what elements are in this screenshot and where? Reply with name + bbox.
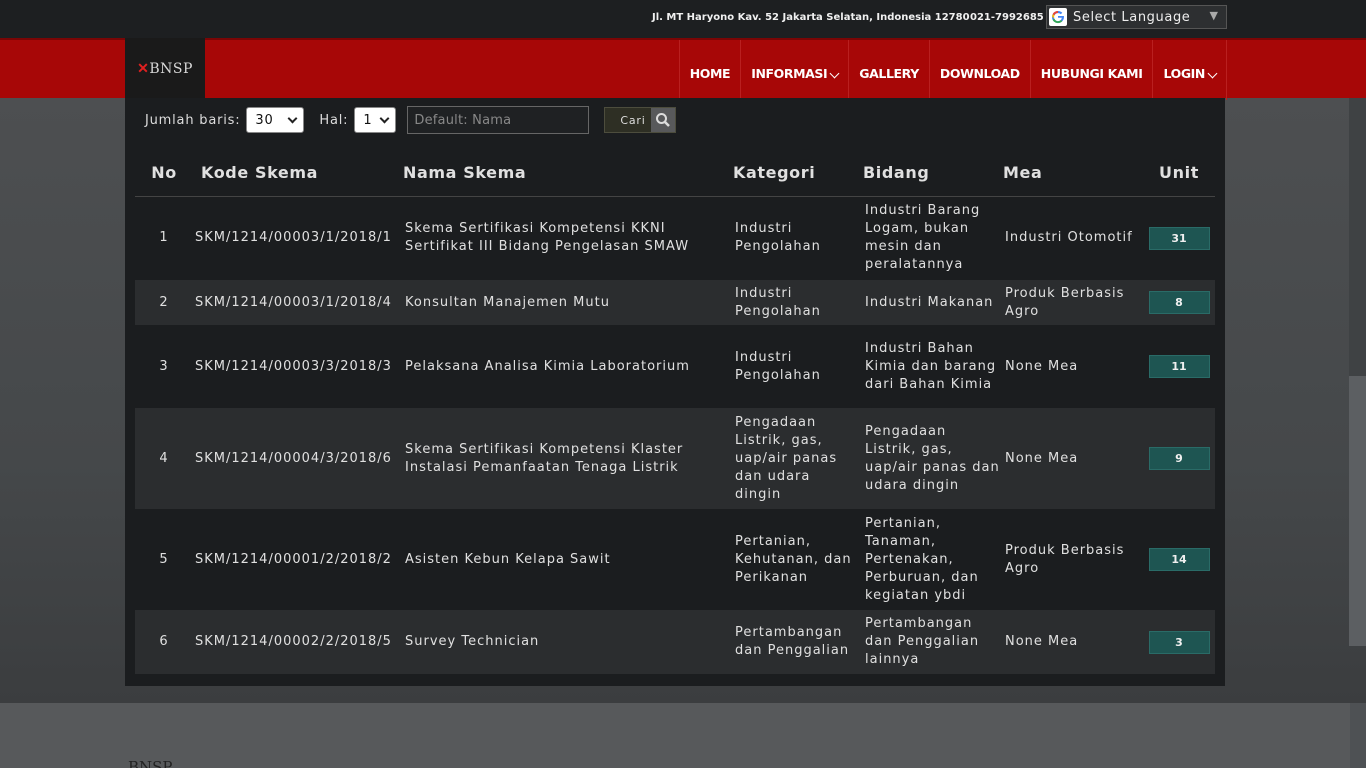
- language-selector[interactable]: Select Language ▼: [1046, 5, 1227, 29]
- cell-no: 2: [135, 280, 193, 325]
- cell-mea: None Mea: [1005, 358, 1079, 374]
- search-icon: [651, 108, 676, 132]
- cell-kategori: Industri Pengolahan: [735, 349, 821, 383]
- cell-kode: SKM/1214/00001/2/2018/2: [195, 551, 392, 567]
- nav-home[interactable]: HOME: [678, 40, 740, 100]
- main-navbar: ✕BNSP HOME INFORMASI GALLERY DOWNLOAD HU…: [0, 38, 1366, 100]
- language-label: Select Language: [1073, 9, 1191, 25]
- rows-label: Jumlah baris:: [145, 112, 241, 128]
- search-button[interactable]: Cari: [604, 107, 677, 133]
- nav-download[interactable]: DOWNLOAD: [928, 40, 1030, 100]
- cell-nama: Skema Sertifikasi Kompetensi Klaster Ins…: [403, 408, 733, 509]
- footer-logo: BNSP: [128, 758, 173, 768]
- search-input[interactable]: Default: Nama: [407, 106, 590, 134]
- table-row[interactable]: 6 SKM/1214/00002/2/2018/5 Survey Technic…: [135, 610, 1215, 674]
- cell-no: 4: [135, 408, 193, 509]
- cell-kategori: Pengadaan Listrik, gas, uap/air panas da…: [733, 408, 863, 509]
- chevron-down-icon: [1207, 68, 1218, 79]
- cell-mea: None Mea: [1003, 610, 1143, 674]
- cell-kategori: Industri Pengolahan: [735, 221, 821, 255]
- cell-nama: Asisten Kebun Kelapa Sawit: [405, 551, 611, 567]
- bnsp-logo[interactable]: ✕BNSP: [125, 38, 205, 100]
- cell-bidang: Industri Bahan Kimia dan barang dari Bah…: [865, 340, 997, 392]
- table-row[interactable]: 5 SKM/1214/00001/2/2018/2 Asisten Kebun …: [135, 509, 1215, 610]
- cell-kode: SKM/1214/00003/3/2018/3: [195, 358, 392, 374]
- table-controls: Jumlah baris: 30 Hal: 1 Default: Nama Ca…: [145, 106, 677, 134]
- header-no: No: [135, 150, 193, 197]
- cell-no: 1: [159, 230, 169, 246]
- chevron-down-icon: [379, 113, 390, 124]
- header-kode-skema: Kode Skema: [193, 150, 403, 197]
- unit-badge[interactable]: 3: [1148, 630, 1210, 654]
- address-text: Jl. MT Haryono Kav. 52 Jakarta Selatan, …: [652, 12, 970, 23]
- cell-no: 5: [159, 551, 169, 567]
- nav-login[interactable]: LOGIN: [1152, 40, 1227, 100]
- cell-kategori: Pertanian, Kehutanan, dan Perikanan: [735, 533, 852, 585]
- page-select[interactable]: 1: [354, 107, 397, 133]
- dropdown-arrow-icon: ▼: [1209, 9, 1218, 22]
- skema-panel: Jumlah baris: 30 Hal: 1 Default: Nama Ca…: [125, 98, 1225, 686]
- cell-kategori: Pertambangan dan Penggalian: [733, 610, 863, 674]
- skema-table: No Kode Skema Nama Skema Kategori Bidang…: [135, 150, 1215, 674]
- cell-bidang: Industri Makanan: [863, 280, 1003, 325]
- unit-badge[interactable]: 14: [1148, 548, 1210, 571]
- page-label: Hal:: [319, 112, 349, 128]
- table-row[interactable]: 3 SKM/1214/00003/3/2018/3 Pelaksana Anal…: [135, 325, 1215, 408]
- cell-nama: Konsultan Manajemen Mutu: [403, 280, 733, 325]
- cell-nama: Skema Sertifikasi Kompetensi KKNI Sertif…: [405, 221, 690, 255]
- cell-bidang: Pertambangan dan Penggalian lainnya: [863, 610, 1003, 674]
- header-unit: Unit: [1143, 150, 1215, 197]
- nav-informasi[interactable]: INFORMASI: [740, 40, 848, 100]
- header-bidang: Bidang: [863, 150, 1003, 197]
- footer: BNSP: [0, 703, 1350, 768]
- header-kategori: Kategori: [733, 150, 863, 197]
- cell-no: 3: [159, 358, 169, 374]
- nav-hubungi-kami[interactable]: HUBUNGI KAMI: [1029, 40, 1153, 100]
- cell-mea: Produk Berbasis Agro: [1005, 542, 1125, 576]
- table-row[interactable]: 2 SKM/1214/00003/1/2018/4 Konsultan Mana…: [135, 280, 1215, 325]
- logo-text: BNSP: [149, 61, 193, 77]
- table-row[interactable]: 1 SKM/1214/00003/1/2018/1 Skema Sertifik…: [135, 196, 1215, 280]
- cell-mea: Industri Otomotif: [1005, 230, 1133, 246]
- cell-bidang: Pertanian, Tanaman, Pertenakan, Perburua…: [865, 515, 979, 603]
- cell-bidang: Pengadaan Listrik, gas, uap/air panas da…: [863, 408, 1003, 509]
- table-row[interactable]: 4 SKM/1214/00004/3/2018/6 Skema Sertifik…: [135, 408, 1215, 509]
- google-icon: [1049, 8, 1067, 26]
- top-info-bar: Jl. MT Haryono Kav. 52 Jakarta Selatan, …: [0, 0, 1366, 38]
- cell-kategori: Industri Pengolahan: [733, 280, 863, 325]
- nav-menu: HOME INFORMASI GALLERY DOWNLOAD HUBUNGI …: [678, 40, 1227, 100]
- unit-badge[interactable]: 31: [1148, 226, 1210, 250]
- rows-select[interactable]: 30: [246, 107, 305, 133]
- header-nama-skema: Nama Skema: [403, 150, 733, 197]
- nav-gallery[interactable]: GALLERY: [848, 40, 929, 100]
- header-mea: Mea: [1003, 150, 1143, 197]
- phone-text: 021-7992685: [970, 12, 1044, 23]
- cell-kode: SKM/1214/00003/1/2018/4: [193, 280, 403, 325]
- cell-mea: None Mea: [1003, 408, 1143, 509]
- cell-bidang: Industri Barang Logam, bukan mesin dan p…: [865, 203, 981, 273]
- cell-mea: Produk Berbasis Agro: [1003, 280, 1143, 325]
- page-scrollbar-thumb[interactable]: [1349, 376, 1366, 646]
- cell-kode: SKM/1214/00002/2/2018/5: [193, 610, 403, 674]
- unit-badge[interactable]: 8: [1148, 291, 1210, 314]
- cell-nama: Pelaksana Analisa Kimia Laboratorium: [405, 358, 690, 374]
- cell-no: 6: [135, 610, 193, 674]
- chevron-down-icon: [287, 113, 298, 124]
- cell-kode: SKM/1214/00004/3/2018/6: [193, 408, 403, 509]
- unit-badge[interactable]: 9: [1148, 447, 1210, 470]
- cell-kode: SKM/1214/00003/1/2018/1: [195, 230, 392, 246]
- table-header-row: No Kode Skema Nama Skema Kategori Bidang…: [135, 150, 1215, 197]
- chevron-down-icon: [829, 68, 840, 79]
- unit-badge[interactable]: 11: [1148, 355, 1210, 378]
- cell-nama: Survey Technician: [403, 610, 733, 674]
